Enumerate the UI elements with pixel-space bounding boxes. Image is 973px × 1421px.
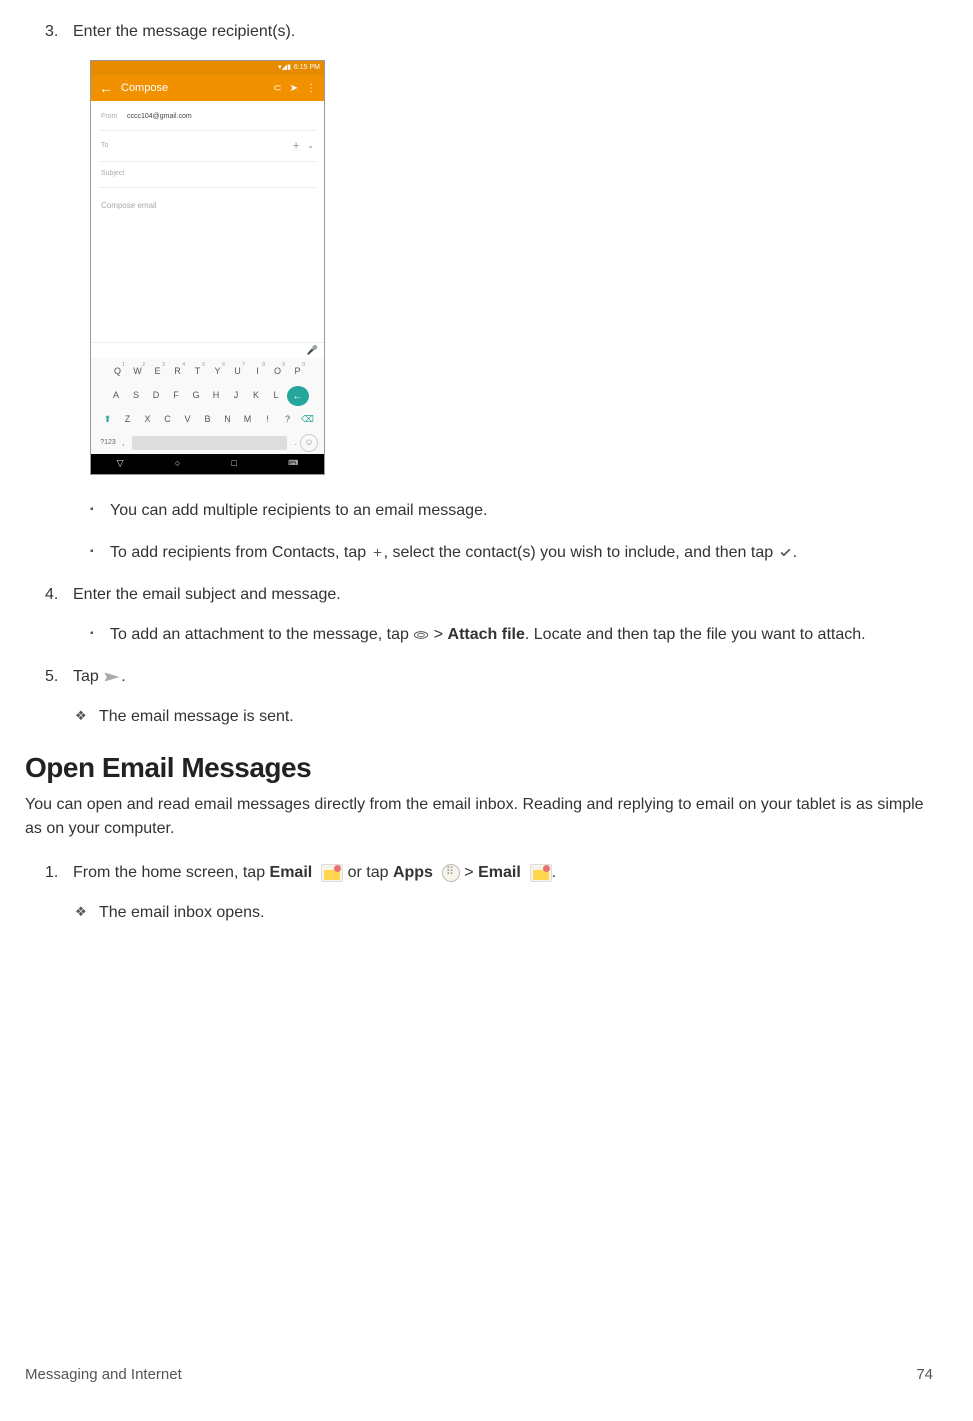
diamond-bullet-icon: ❖ <box>75 705 87 727</box>
back-icon: ← <box>99 78 113 99</box>
kb-key: O9 <box>268 362 287 382</box>
step-3: 3. Enter the message recipient(s). <box>25 20 933 44</box>
kb-key: F <box>167 386 186 406</box>
section2-result: ❖ The email inbox opens. <box>75 901 933 925</box>
square-bullet-icon: ▪ <box>90 541 98 563</box>
enter-key: ← <box>287 386 309 406</box>
kb-key: A <box>107 386 126 406</box>
kb-key: M <box>238 410 257 430</box>
kb-key: G <box>187 386 206 406</box>
send-icon: ➤ <box>290 81 298 96</box>
step-5: 5. Tap . <box>25 665 933 689</box>
step-number: 3. <box>45 20 65 44</box>
kb-key: E3 <box>148 362 167 382</box>
kb-key: P0 <box>288 362 307 382</box>
mock-title: Compose <box>121 80 273 97</box>
mock-keyboard: Q1W2E3R4T5Y6U7I8O9P0 ASDFGHJKL← ⬆ZXCVBNM… <box>91 358 324 454</box>
to-field: To + ⌄ <box>99 131 316 163</box>
spacebar <box>132 436 288 450</box>
kb-key: V <box>178 410 197 430</box>
kb-key: H <box>207 386 226 406</box>
kb-key: B <box>198 410 217 430</box>
plus-icon <box>371 546 384 559</box>
compose-body: Compose email <box>91 192 324 220</box>
apps-icon <box>442 864 460 882</box>
nav-back-icon: ▽ <box>117 457 124 471</box>
square-bullet-icon: ▪ <box>90 623 98 645</box>
kb-key: W2 <box>128 362 147 382</box>
kb-key: S <box>127 386 146 406</box>
footer-section: Messaging and Internet <box>25 1364 182 1387</box>
check-icon <box>778 546 793 559</box>
from-field: From cccc104@gmail.com <box>99 105 316 131</box>
backspace-key: ⌫ <box>298 410 317 430</box>
send-icon <box>103 670 121 684</box>
email-app-icon <box>321 864 343 882</box>
kb-key: ! <box>258 410 277 430</box>
subject-field: Subject <box>99 162 316 188</box>
kb-key: C <box>158 410 177 430</box>
expand-icon: ⌄ <box>307 140 314 152</box>
kb-key: J <box>227 386 246 406</box>
more-icon: ⋮ <box>306 81 316 96</box>
kb-key: ? <box>278 410 297 430</box>
mock-nav-bar: ▽ ○ □ ⌨ <box>91 454 324 474</box>
diamond-bullet-icon: ❖ <box>75 901 87 923</box>
footer-page-number: 74 <box>916 1364 933 1387</box>
shift-key: ⬆ <box>98 410 117 430</box>
mock-toolbar: ← Compose ⊂ ➤ ⋮ <box>91 75 324 101</box>
nav-kb-icon: ⌨ <box>288 459 298 470</box>
page-footer: Messaging and Internet 74 <box>25 1364 933 1387</box>
mock-suggestion-bar: 🎤 <box>91 342 324 358</box>
step-5-result: ❖ The email message is sent. <box>75 705 933 729</box>
kb-key: X <box>138 410 157 430</box>
section-heading: Open Email Messages <box>25 747 933 789</box>
email-app-icon <box>530 864 552 882</box>
add-recipient-icon: + <box>293 138 299 155</box>
attachment-icon <box>413 629 429 641</box>
signal-icon: ▾◢▮ <box>278 63 291 74</box>
square-bullet-icon: ▪ <box>90 499 98 521</box>
mock-status-bar: ▾◢▮ 6:15 PM <box>91 61 324 75</box>
kb-key: I8 <box>248 362 267 382</box>
section2-step-1: 1. From the home screen, tap Email or ta… <box>25 861 933 885</box>
kb-key: U7 <box>228 362 247 382</box>
kb-key: R4 <box>168 362 187 382</box>
mic-icon: 🎤 <box>307 344 318 358</box>
kb-key: Z <box>118 410 137 430</box>
compose-screenshot: ▾◢▮ 6:15 PM ← Compose ⊂ ➤ ⋮ From cccc104… <box>90 60 325 475</box>
status-time: 6:15 PM <box>294 63 320 74</box>
step-3-bullet-2: ▪ To add recipients from Contacts, tap ,… <box>90 541 933 565</box>
step-3-bullet-1: ▪ You can add multiple recipients to an … <box>90 499 933 523</box>
step-4-bullet-1: ▪ To add an attachment to the message, t… <box>90 623 933 647</box>
emoji-icon: ☺ <box>300 434 318 452</box>
nav-recent-icon: □ <box>232 457 237 471</box>
kb-key: N <box>218 410 237 430</box>
kb-key: K <box>247 386 266 406</box>
section-intro: You can open and read email messages dir… <box>25 793 933 841</box>
nav-home-icon: ○ <box>175 457 180 471</box>
kb-key: Y6 <box>208 362 227 382</box>
step-4: 4. Enter the email subject and message. <box>25 583 933 607</box>
kb-key: T5 <box>188 362 207 382</box>
kb-key: Q1 <box>108 362 127 382</box>
kb-key: D <box>147 386 166 406</box>
step-text: Enter the message recipient(s). <box>73 20 933 44</box>
kb-key: L <box>267 386 286 406</box>
attach-icon: ⊂ <box>273 81 281 96</box>
